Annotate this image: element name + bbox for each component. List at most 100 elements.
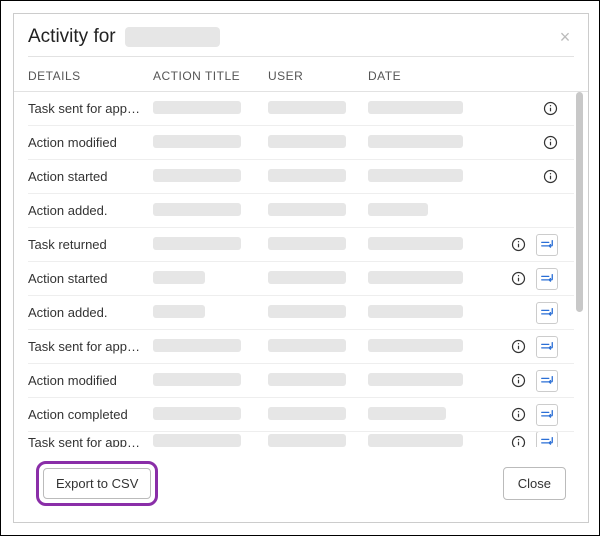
cell-user [268, 407, 368, 423]
return-icon-button[interactable] [536, 404, 558, 426]
close-button[interactable]: Close [503, 467, 566, 500]
placeholder [268, 101, 346, 114]
placeholder [268, 271, 346, 284]
cell-details: Action modified [28, 135, 153, 150]
cell-actions [478, 404, 574, 426]
cell-action-title [153, 271, 268, 287]
placeholder [153, 339, 241, 352]
placeholder [153, 434, 241, 447]
col-header-action-title: ACTION TITLE [153, 69, 268, 83]
info-icon[interactable] [510, 237, 526, 253]
placeholder [268, 169, 346, 182]
info-icon[interactable] [510, 434, 526, 447]
info-icon[interactable] [542, 135, 558, 151]
table-row: Task returned [28, 228, 574, 262]
col-header-user: USER [268, 69, 368, 83]
info-icon[interactable] [542, 101, 558, 117]
cell-action-title [153, 101, 268, 117]
placeholder [153, 373, 241, 386]
table-row: Action added. [28, 296, 574, 330]
cell-user [268, 271, 368, 287]
return-icon-button[interactable] [536, 432, 558, 447]
placeholder [268, 373, 346, 386]
cell-actions [478, 135, 574, 151]
placeholder [368, 271, 463, 284]
cell-user [268, 101, 368, 117]
placeholder [153, 169, 241, 182]
col-header-date: DATE [368, 69, 478, 83]
placeholder [368, 434, 463, 447]
table-row: Action modified [28, 126, 574, 160]
info-icon[interactable] [510, 339, 526, 355]
placeholder [268, 305, 346, 318]
cell-actions [478, 336, 574, 358]
info-icon[interactable] [510, 373, 526, 389]
placeholder [153, 101, 241, 114]
placeholder [268, 237, 346, 250]
scrollbar[interactable] [576, 92, 583, 312]
cell-date [368, 169, 478, 185]
placeholder [368, 101, 463, 114]
placeholder [368, 135, 463, 148]
dialog-title-subject-placeholder [125, 27, 220, 47]
placeholder [368, 407, 446, 420]
info-icon[interactable] [510, 271, 526, 287]
cell-user [268, 373, 368, 389]
table-row: Action started [28, 160, 574, 194]
placeholder [368, 203, 428, 216]
placeholder [368, 237, 463, 250]
table-row: Action started [28, 262, 574, 296]
cell-date [368, 271, 478, 287]
cell-date [368, 203, 478, 219]
placeholder [153, 237, 241, 250]
cell-action-title [153, 169, 268, 185]
cell-action-title [153, 305, 268, 321]
cell-details: Action modified [28, 373, 153, 388]
cell-date [368, 101, 478, 117]
cell-user [268, 169, 368, 185]
cell-details: Action completed [28, 407, 153, 422]
dialog-title-prefix: Activity for [28, 26, 116, 47]
table-row: Task sent for app… [28, 330, 574, 364]
table-row: Action completed [28, 398, 574, 432]
info-icon[interactable] [510, 407, 526, 423]
cell-user [268, 203, 368, 219]
close-icon[interactable]: × [556, 28, 574, 46]
placeholder [268, 434, 346, 447]
cell-details: Task sent for app… [28, 101, 153, 116]
cell-details: Task sent for app… [28, 435, 153, 448]
return-icon-button[interactable] [536, 336, 558, 358]
activity-dialog: Activity for × DETAILS ACTION TITLE USER… [13, 13, 589, 523]
export-highlight: Export to CSV [36, 461, 158, 506]
placeholder [268, 203, 346, 216]
cell-date [368, 434, 478, 447]
placeholder [268, 339, 346, 352]
return-icon-button[interactable] [536, 268, 558, 290]
cell-details: Task sent for app… [28, 339, 153, 354]
cell-details: Action added. [28, 203, 153, 218]
cell-date [368, 407, 478, 423]
table-body-wrap: Task sent for app… Action modified Action … [14, 91, 588, 447]
placeholder [268, 407, 346, 420]
cell-details: Action started [28, 271, 153, 286]
table-row: Task sent for app… [28, 432, 574, 447]
return-icon-button[interactable] [536, 370, 558, 392]
placeholder [153, 305, 205, 318]
export-csv-button[interactable]: Export to CSV [43, 468, 151, 499]
cell-date [368, 373, 478, 389]
table-header: DETAILS ACTION TITLE USER DATE [14, 57, 588, 91]
cell-action-title [153, 339, 268, 355]
cell-actions [478, 101, 574, 117]
dialog-title: Activity for [28, 26, 220, 48]
return-icon-button[interactable] [536, 234, 558, 256]
cell-action-title [153, 407, 268, 423]
dialog-footer: Export to CSV Close [14, 447, 588, 522]
cell-details: Task returned [28, 237, 153, 252]
return-icon-button[interactable] [536, 302, 558, 324]
cell-date [368, 135, 478, 151]
placeholder [153, 203, 241, 216]
info-icon[interactable] [542, 169, 558, 185]
cell-action-title [153, 135, 268, 151]
cell-action-title [153, 203, 268, 219]
cell-details: Action started [28, 169, 153, 184]
